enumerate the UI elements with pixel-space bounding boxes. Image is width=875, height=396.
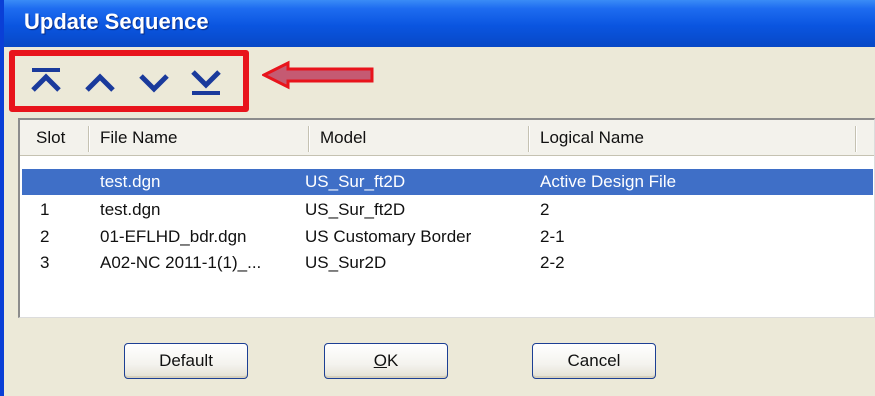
ok-button-label: K bbox=[386, 351, 399, 370]
cell-file-name: 01-EFLHD_bdr.dgn bbox=[100, 227, 247, 246]
update-sequence-list[interactable]: Slot File Name Model Logical Name test.d… bbox=[18, 118, 875, 318]
callout-arrow-icon bbox=[262, 60, 374, 90]
title-bar[interactable]: Update Sequence bbox=[4, 0, 875, 47]
cell-model: US_Sur_ft2D bbox=[305, 172, 406, 191]
column-header-slot[interactable]: Slot bbox=[30, 120, 65, 156]
ok-button-mnemonic: O bbox=[373, 351, 387, 370]
cell-slot: 1 bbox=[40, 200, 50, 219]
column-divider[interactable] bbox=[308, 126, 310, 152]
default-button[interactable]: Default bbox=[124, 343, 248, 379]
cell-logical-name: 2 bbox=[540, 200, 550, 219]
column-header-model[interactable]: Model bbox=[314, 120, 366, 156]
column-divider[interactable] bbox=[855, 126, 857, 152]
cell-file-name: test.dgn bbox=[100, 200, 161, 219]
cell-model: US Customary Border bbox=[305, 227, 472, 246]
list-header: Slot File Name Model Logical Name bbox=[20, 120, 874, 156]
cancel-button[interactable]: Cancel bbox=[532, 343, 656, 379]
column-header-logical-name[interactable]: Logical Name bbox=[534, 120, 644, 156]
update-sequence-dialog: Update Sequence Slot File Name Model Log… bbox=[0, 0, 875, 396]
cell-logical-name: 2-1 bbox=[540, 227, 565, 246]
cell-file-name: A02-NC 2011-1(1)_... bbox=[100, 253, 262, 272]
ok-button[interactable]: OK bbox=[324, 343, 448, 379]
table-row-selected[interactable]: test.dgn US_Sur_ft2D Active Design File bbox=[22, 169, 873, 195]
column-header-file-name[interactable]: File Name bbox=[94, 120, 177, 156]
table-row[interactable]: 2 01-EFLHD_bdr.dgn US Customary Border 2… bbox=[22, 224, 873, 250]
cell-model: US_Sur2D bbox=[305, 253, 387, 272]
cell-logical-name: 2-2 bbox=[540, 253, 565, 272]
cell-slot: 3 bbox=[40, 253, 50, 272]
column-divider[interactable] bbox=[88, 126, 90, 152]
table-row[interactable]: 3 A02-NC 2011-1(1)_... US_Sur2D 2-2 bbox=[22, 250, 873, 276]
cell-slot: 2 bbox=[40, 227, 50, 246]
dialog-title: Update Sequence bbox=[24, 9, 209, 34]
column-divider[interactable] bbox=[528, 126, 530, 152]
cell-logical-name: Active Design File bbox=[540, 172, 677, 191]
table-row[interactable]: 1 test.dgn US_Sur_ft2D 2 bbox=[22, 197, 873, 223]
toolbar-highlight-box bbox=[9, 50, 249, 112]
cell-model: US_Sur_ft2D bbox=[305, 200, 406, 219]
cell-file-name: test.dgn bbox=[100, 172, 161, 191]
